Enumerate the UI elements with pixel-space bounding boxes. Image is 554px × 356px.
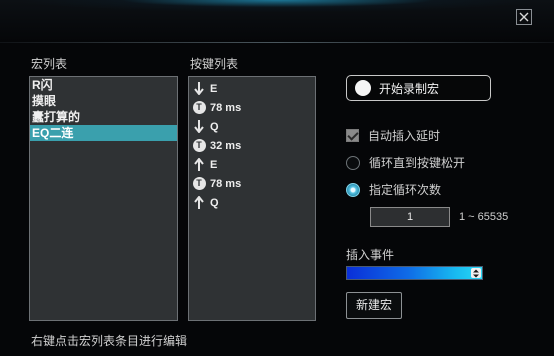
loop-until-release-radio[interactable] (346, 155, 360, 170)
key-list-item[interactable]: E (189, 155, 315, 174)
key-event-text: E (210, 158, 218, 171)
auto-delay-option[interactable]: 自动插入延时 (346, 127, 440, 144)
loop-until-release-label: 循环直到按键松开 (369, 156, 466, 170)
timer-icon: T (192, 177, 206, 191)
new-macro-button[interactable]: 新建宏 (346, 292, 402, 319)
title-bar (0, 0, 554, 42)
insert-event-select[interactable] (346, 266, 483, 280)
key-list-title: 按键列表 (190, 57, 239, 71)
loop-count-option[interactable]: 指定循环次数 (346, 181, 441, 198)
timer-icon: T (192, 139, 206, 153)
close-button[interactable] (516, 9, 532, 25)
macro-list-item[interactable]: R闪 (30, 77, 177, 93)
start-record-button[interactable]: 开始录制宏 (346, 75, 491, 101)
key-list-item[interactable]: Q (189, 193, 315, 212)
close-icon (519, 12, 529, 22)
key-list-item[interactable]: Q (189, 117, 315, 136)
start-record-label: 开始录制宏 (379, 81, 440, 96)
arrow-down-icon (192, 82, 206, 96)
insert-event-label: 插入事件 (346, 248, 395, 262)
record-dot-icon (355, 80, 371, 96)
macro-list-item-selected[interactable]: EQ二连 (30, 125, 177, 141)
key-event-text: 78 ms (210, 101, 242, 114)
key-list[interactable]: E T 78 ms Q T 32 ms E T 78 ms Q (188, 76, 316, 321)
key-event-text: Q (210, 120, 219, 133)
auto-delay-label: 自动插入延时 (368, 129, 441, 143)
arrow-up-icon (192, 196, 206, 210)
loop-count-label: 指定循环次数 (369, 183, 442, 197)
hint-text: 右键点击宏列表条目进行编辑 (31, 334, 188, 348)
key-event-text: 78 ms (210, 177, 242, 190)
key-list-item[interactable]: T 32 ms (189, 136, 315, 155)
loop-count-range: 1 ~ 65535 (459, 211, 509, 223)
loop-count-radio[interactable] (346, 182, 360, 197)
auto-delay-checkbox[interactable] (346, 129, 359, 142)
key-list-item[interactable]: T 78 ms (189, 98, 315, 117)
title-divider (0, 42, 554, 43)
macro-list-item[interactable]: 摸眼 (30, 93, 177, 109)
key-list-item[interactable]: T 78 ms (189, 174, 315, 193)
key-list-item[interactable]: E (189, 79, 315, 98)
macro-list-title: 宏列表 (31, 57, 68, 71)
loop-count-input[interactable]: 1 (370, 207, 450, 227)
spinner-icon[interactable] (471, 268, 481, 278)
loop-until-release-option[interactable]: 循环直到按键松开 (346, 154, 465, 171)
timer-icon: T (192, 101, 206, 115)
macro-list-item[interactable]: 蠹打算的 (30, 109, 177, 125)
key-event-text: Q (210, 196, 219, 209)
key-event-text: E (210, 82, 218, 95)
macro-list[interactable]: R闪 摸眼 蠹打算的 EQ二连 (29, 76, 178, 321)
arrow-down-icon (192, 120, 206, 134)
key-event-text: 32 ms (210, 139, 242, 152)
arrow-up-icon (192, 158, 206, 172)
